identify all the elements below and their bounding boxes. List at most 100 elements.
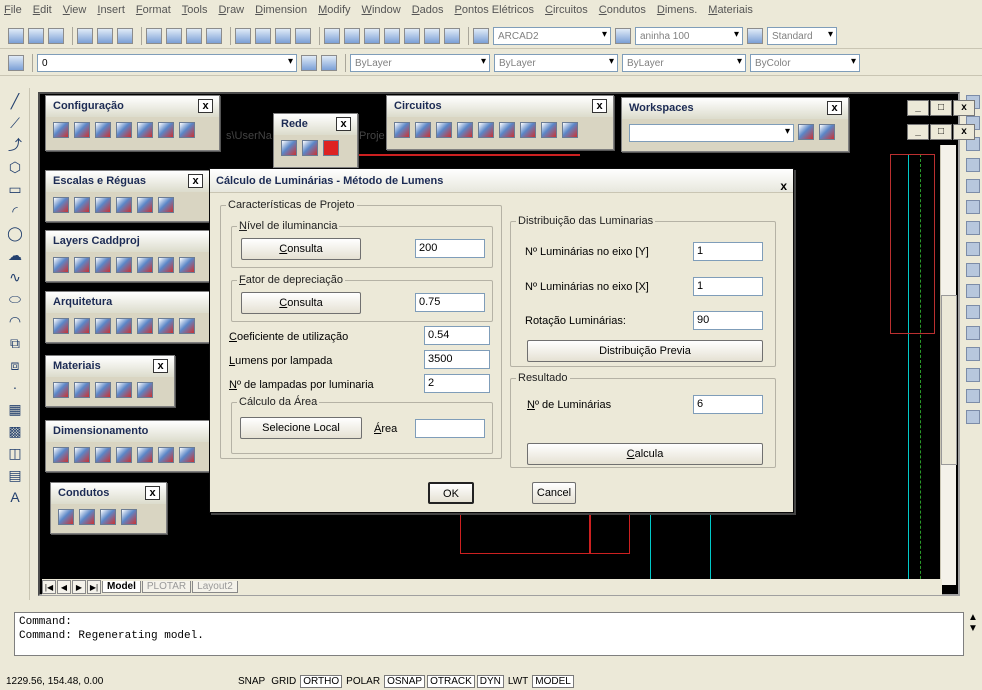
- circle-icon[interactable]: ◯: [6, 224, 24, 242]
- extend-icon[interactable]: [966, 305, 980, 319]
- material-icon[interactable]: [137, 382, 153, 398]
- menu-dimension[interactable]: Dimension: [255, 4, 307, 16]
- close-icon[interactable]: x: [153, 359, 168, 373]
- illuminance-field[interactable]: 200: [415, 239, 485, 258]
- circuit-icon[interactable]: [478, 122, 494, 138]
- copy-icon[interactable]: [97, 28, 113, 44]
- cancel-button[interactable]: Cancel: [532, 482, 576, 504]
- menu-tools[interactable]: Tools: [182, 4, 208, 16]
- tab-layout2[interactable]: Layout2: [192, 581, 238, 593]
- line-icon[interactable]: ╱: [6, 92, 24, 110]
- scale-icon[interactable]: [158, 197, 174, 213]
- menu-circuitos[interactable]: Circuitos: [545, 4, 588, 16]
- move-icon[interactable]: [966, 200, 980, 214]
- rede-icon[interactable]: [302, 140, 318, 156]
- tool-palettes-icon[interactable]: [364, 28, 380, 44]
- ortho-toggle[interactable]: ORTHO: [300, 674, 343, 688]
- block-editor-icon[interactable]: [166, 28, 182, 44]
- region-icon[interactable]: ◫: [6, 444, 24, 462]
- array-icon[interactable]: [966, 179, 980, 193]
- layer-icon[interactable]: [95, 257, 111, 273]
- chamfer-icon[interactable]: [966, 368, 980, 382]
- revision-cloud-icon[interactable]: ☁: [6, 246, 24, 264]
- architecture-icon[interactable]: [116, 318, 132, 334]
- preview-distribution-button[interactable]: Distribuição Previa: [527, 340, 763, 362]
- layer-icon[interactable]: [179, 257, 195, 273]
- dyn-toggle[interactable]: DYN: [476, 674, 504, 688]
- workspace-select[interactable]: [629, 124, 794, 142]
- redo-icon[interactable]: [206, 28, 222, 44]
- osnap-toggle[interactable]: OSNAP: [384, 674, 426, 688]
- close-icon[interactable]: x: [336, 117, 351, 131]
- circuit-icon[interactable]: [436, 122, 452, 138]
- scale-icon[interactable]: [74, 197, 90, 213]
- command-history[interactable]: Command: Command: Regenerating model.: [14, 612, 964, 656]
- conduit-icon[interactable]: [58, 509, 74, 525]
- config-icon[interactable]: [116, 122, 132, 138]
- vertical-scrollbar[interactable]: [940, 145, 957, 585]
- ellipse-arc-icon[interactable]: ◠: [6, 312, 24, 330]
- sheet-set-icon[interactable]: [384, 28, 400, 44]
- menu-insert[interactable]: Insert: [97, 4, 125, 16]
- plot-style-select[interactable]: ByColor: [750, 54, 860, 72]
- pan-icon[interactable]: [235, 28, 251, 44]
- axis-x-field[interactable]: 1: [693, 277, 763, 296]
- dimension-icon[interactable]: [95, 447, 111, 463]
- command-scrollbar[interactable]: ▲ ▼: [966, 612, 980, 656]
- lumens-field[interactable]: 3500: [424, 350, 490, 369]
- circuit-icon[interactable]: [415, 122, 431, 138]
- polyline-icon[interactable]: ⤴: [6, 136, 24, 154]
- text-style-select[interactable]: ARCAD2: [493, 27, 611, 45]
- snap-toggle[interactable]: SNAP: [236, 676, 267, 687]
- tab-plotar[interactable]: PLOTAR: [141, 581, 192, 593]
- layer-icon[interactable]: [137, 257, 153, 273]
- menu-window[interactable]: Window: [362, 4, 401, 16]
- conduit-icon[interactable]: [100, 509, 116, 525]
- cut-icon[interactable]: [77, 28, 93, 44]
- dim-style-select[interactable]: aninha 100: [635, 27, 743, 45]
- material-icon[interactable]: [74, 382, 90, 398]
- doc-maximize-button[interactable]: □: [930, 124, 952, 140]
- architecture-icon[interactable]: [137, 318, 153, 334]
- menu-dados[interactable]: Dados: [412, 4, 444, 16]
- menu-draw[interactable]: Draw: [218, 4, 244, 16]
- architecture-icon[interactable]: [95, 318, 111, 334]
- polygon-icon[interactable]: ⬡: [6, 158, 24, 176]
- utilization-field[interactable]: 0.54: [424, 326, 490, 345]
- insert-block-icon[interactable]: ⧉: [6, 334, 24, 352]
- fillet-icon[interactable]: [966, 389, 980, 403]
- dimension-icon[interactable]: [116, 447, 132, 463]
- dimension-icon[interactable]: [74, 447, 90, 463]
- layer-manager-icon[interactable]: [8, 55, 24, 71]
- doc-minimize-button[interactable]: _: [907, 124, 929, 140]
- lineweight-select[interactable]: ByLayer: [622, 54, 746, 72]
- scale-icon[interactable]: [53, 197, 69, 213]
- axis-y-field[interactable]: 1: [693, 242, 763, 261]
- close-icon[interactable]: x: [188, 174, 203, 188]
- menu-dimens[interactable]: Dimens.: [657, 4, 697, 16]
- area-field[interactable]: [415, 419, 485, 438]
- material-icon[interactable]: [116, 382, 132, 398]
- markup-icon[interactable]: [404, 28, 420, 44]
- tab-model[interactable]: Model: [102, 581, 141, 593]
- next-tab-icon[interactable]: ▶: [72, 580, 86, 594]
- dimension-icon[interactable]: [53, 447, 69, 463]
- workspace-save-icon[interactable]: [819, 124, 835, 140]
- menu-materiais[interactable]: Materiais: [708, 4, 753, 16]
- circuit-icon[interactable]: [499, 122, 515, 138]
- model-toggle[interactable]: MODEL: [532, 674, 574, 688]
- menu-edit[interactable]: Edit: [33, 4, 52, 16]
- close-icon[interactable]: x: [145, 486, 160, 500]
- conduit-icon[interactable]: [121, 509, 137, 525]
- explode-icon[interactable]: [966, 410, 980, 424]
- rede-icon[interactable]: [281, 140, 297, 156]
- circuit-icon[interactable]: [520, 122, 536, 138]
- calculate-button[interactable]: Calcula: [527, 443, 763, 465]
- point-icon[interactable]: ·: [6, 378, 24, 396]
- close-icon[interactable]: x: [198, 99, 213, 113]
- config-icon[interactable]: [53, 122, 69, 138]
- mtext-icon[interactable]: A: [6, 488, 24, 506]
- circuit-icon[interactable]: [457, 122, 473, 138]
- new-icon[interactable]: [8, 28, 24, 44]
- make-block-icon[interactable]: ⧈: [6, 356, 24, 374]
